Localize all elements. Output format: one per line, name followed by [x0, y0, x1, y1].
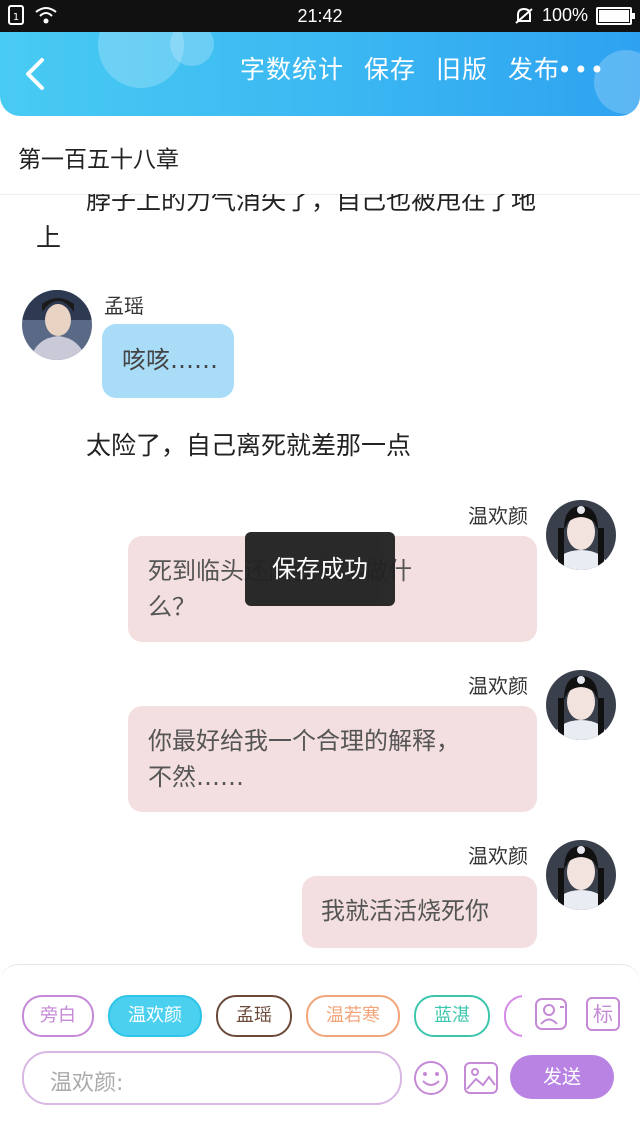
more-icon[interactable]: ••• [558, 56, 606, 84]
avatar[interactable] [546, 670, 616, 740]
word-count-button[interactable]: 字数统计 [240, 50, 344, 86]
chapter-header: 第一百五十八章 [0, 116, 640, 195]
input-placeholder: 温欢颜: [50, 1071, 124, 1096]
avatar-male-icon [22, 290, 92, 360]
character-chip-bar[interactable]: 旁白 温欢颜 孟瑶 温若寒 蓝湛 [22, 995, 522, 1037]
save-success-toast: 保存成功 [245, 532, 395, 606]
message-text: 不然…… [148, 763, 244, 791]
message-bubble[interactable]: 咳咳…… [102, 324, 234, 398]
message-text: 么？ [148, 593, 196, 621]
avatar[interactable] [546, 840, 616, 910]
tag-button[interactable]: 标 [586, 997, 620, 1031]
image-icon[interactable] [462, 1059, 500, 1097]
editor-toolbar: 字数统计 保存 旧版 发布 ••• [0, 32, 640, 116]
chapter-title[interactable]: 第一百五十八章 [18, 140, 179, 174]
message-text: 我就活活烧死你 [321, 897, 489, 925]
chip-more[interactable] [504, 995, 522, 1037]
speaker-name: 孟瑶 [104, 294, 144, 318]
save-button[interactable]: 保存 [364, 50, 416, 86]
narration-line: 上 [36, 223, 62, 252]
publish-button[interactable]: 发布 [508, 50, 560, 86]
send-button[interactable]: 发送 [510, 1055, 614, 1099]
bell-muted-icon [515, 7, 533, 24]
avatar-female-icon [546, 840, 616, 910]
back-icon[interactable] [18, 54, 54, 94]
speaker-name: 温欢颜 [468, 844, 528, 868]
avatar[interactable] [546, 500, 616, 570]
emoji-icon[interactable] [412, 1059, 450, 1097]
avatar-female-icon [546, 500, 616, 570]
character-manage-icon[interactable] [534, 997, 568, 1031]
message-bubble[interactable]: 你最好给我一个合理的解释， 不然…… [128, 706, 537, 812]
chip-meng-yao[interactable]: 孟瑶 [216, 995, 292, 1037]
message-bubble[interactable]: 我就活活烧死你 [302, 876, 537, 948]
chip-wen-huanyan[interactable]: 温欢颜 [108, 995, 202, 1037]
message-text: 咳咳…… [122, 346, 218, 374]
battery-icon [596, 6, 635, 25]
composer-panel: 旁白 温欢颜 孟瑶 温若寒 蓝湛 标 温欢颜: 发送 [0, 964, 640, 1139]
battery-percent: 100% [541, 5, 588, 25]
speaker-name: 温欢颜 [468, 504, 528, 528]
avatar-female-icon [546, 670, 616, 740]
status-bar: 1 21:42 100% [0, 0, 640, 32]
message-input[interactable]: 温欢颜: [22, 1051, 402, 1105]
old-version-button[interactable]: 旧版 [436, 50, 488, 86]
narration-line: 脖子上的力气消失了，自己也被甩在了地 [86, 194, 537, 215]
avatar[interactable] [22, 290, 92, 360]
speaker-name: 温欢颜 [468, 674, 528, 698]
chip-lan-zhan[interactable]: 蓝湛 [414, 995, 490, 1037]
message-text: 你最好给我一个合理的解释， [148, 727, 460, 755]
narration-line: 太险了，自己离死就差那一点 [86, 431, 412, 460]
chip-wen-ruohan[interactable]: 温若寒 [306, 995, 400, 1037]
chip-narrator[interactable]: 旁白 [22, 995, 94, 1037]
